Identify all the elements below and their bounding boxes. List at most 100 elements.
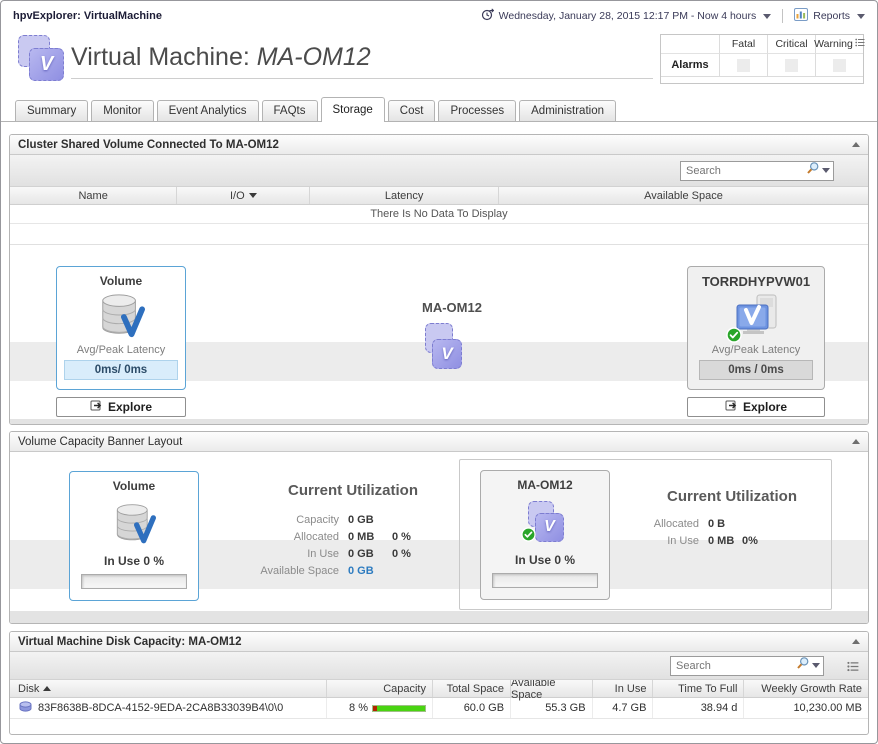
menu-icon[interactable] [847, 659, 859, 677]
alarms-row-label: Alarms [661, 53, 719, 76]
alarms-warning-cell [815, 53, 863, 76]
volume-explore-label: Explore [107, 400, 152, 414]
capacity-content: Volume In Use 0 % Current Utilization Ca… [10, 452, 868, 623]
csv-topology-diagram: Volume Avg/Peak Latency 0ms/ 0ms Explore [10, 244, 868, 424]
csv-col-available-space[interactable]: Available Space [499, 187, 868, 204]
search-dropdown-icon[interactable] [822, 168, 830, 173]
capacity-bar [371, 704, 426, 712]
explore-icon [90, 399, 103, 415]
alarms-menu-icon[interactable] [855, 38, 865, 50]
time-to-full-cell: 38.94 d [653, 698, 745, 718]
panel-csv-toolbar [10, 155, 868, 187]
capacity-bar-free [377, 705, 425, 711]
page-title-prefix: Virtual Machine: [71, 43, 257, 71]
capacity-cell: 8 % [327, 698, 433, 718]
capacity-volume-tile[interactable]: Volume In Use 0 % [69, 471, 199, 601]
volume-usage-bar [81, 574, 187, 589]
check-badge-icon [521, 526, 536, 547]
search-icon[interactable] [806, 161, 820, 180]
tab-faqts[interactable]: FAQts [261, 100, 318, 121]
search-icon[interactable] [796, 656, 810, 675]
disk-col-total-space[interactable]: Total Space [433, 680, 512, 697]
tab-processes[interactable]: Processes [438, 100, 517, 121]
disk-col-in-use[interactable]: In Use [593, 680, 654, 697]
host-explore-label: Explore [742, 400, 787, 414]
panel-csv-title: Cluster Shared Volume Connected To MA-OM… [18, 138, 279, 151]
tab-summary[interactable]: Summary [15, 100, 89, 121]
sort-desc-icon [248, 193, 257, 198]
reports-dropdown-icon[interactable] [857, 13, 865, 19]
timerange-label[interactable]: Wednesday, January 28, 2015 12:17 PM - N… [499, 10, 757, 22]
panel-disk-header: Virtual Machine Disk Capacity: MA-OM12 [10, 632, 868, 652]
sort-asc-icon [43, 686, 52, 691]
database-icon [96, 288, 146, 344]
disk-col-capacity[interactable]: Capacity [327, 680, 433, 697]
search-input[interactable] [684, 163, 806, 178]
search-box [670, 655, 824, 676]
check-badge-icon [726, 327, 742, 348]
disk-col-weekly-growth[interactable]: Weekly Growth Rate [744, 680, 868, 697]
util-row-available-space: Available Space 0 GB [260, 564, 374, 577]
disk-col-available-space[interactable]: Available Space [511, 677, 593, 701]
alarms-footer-strip [661, 76, 863, 83]
tab-cost[interactable]: Cost [387, 100, 436, 121]
alarms-data-row: Alarms [661, 53, 863, 76]
panel-disk-title: Virtual Machine Disk Capacity: MA-OM12 [18, 635, 242, 648]
search-input[interactable] [674, 658, 796, 673]
csv-col-name[interactable]: Name [10, 187, 178, 204]
explore-icon [725, 399, 738, 415]
tab-event-analytics[interactable]: Event Analytics [156, 100, 259, 121]
volume-tile-title: Volume [99, 274, 143, 288]
header-bar: hpvExplorer: VirtualMachine Wednesday, J… [1, 1, 877, 31]
volume-tile[interactable]: Volume Avg/Peak Latency 0ms/ 0ms [56, 266, 186, 390]
util-row-allocated: Allocated 0 B [653, 517, 726, 530]
volume-explore-button[interactable]: Explore [56, 397, 186, 417]
search-box [680, 160, 834, 181]
host-explore-button[interactable]: Explore [687, 397, 825, 417]
panel-capacity-title: Volume Capacity Banner Layout [18, 435, 183, 448]
csv-col-latency[interactable]: Latency [310, 187, 500, 204]
capacity-volume-title: Volume [112, 479, 156, 493]
disk-col-disk[interactable]: Disk [10, 680, 327, 697]
clock-icon [481, 8, 494, 24]
collapse-icon[interactable] [852, 142, 860, 147]
weekly-growth-cell: 10,230.00 MB [793, 702, 862, 714]
alarms-header-row: Fatal Critical Warning [661, 35, 865, 53]
disk-icon [18, 701, 33, 715]
timerange-dropdown-icon[interactable] [763, 13, 772, 19]
database-icon [111, 493, 157, 554]
panel-disk-capacity: Virtual Machine Disk Capacity: MA-OM12 D… [9, 631, 869, 735]
alarms-col-critical: Critical [767, 35, 815, 53]
alarms-summary-table: Fatal Critical Warning Alarms [660, 34, 865, 84]
volume-utilization-title: Current Utilization [288, 482, 418, 499]
csv-col-io[interactable]: I/O [177, 187, 311, 204]
reports-label[interactable]: Reports [813, 10, 850, 22]
host-tile[interactable]: TORRDHYPVW01 Avg/Peak Latency 0ms / 0ms [687, 266, 825, 390]
disk-col-time-to-full[interactable]: Time To Full [653, 680, 745, 697]
app-window: hpvExplorer: VirtualMachine Wednesday, J… [0, 0, 878, 744]
volume-metric-label: Avg/Peak Latency [76, 344, 166, 356]
collapse-icon[interactable] [852, 639, 860, 644]
tab-monitor[interactable]: Monitor [91, 100, 154, 121]
host-metric-value: 0ms / 0ms [699, 360, 813, 380]
diagram-bottom-strip [10, 419, 868, 424]
app-title: hpvExplorer: VirtualMachine [13, 10, 162, 22]
panel-csv-header: Cluster Shared Volume Connected To MA-OM… [10, 135, 868, 155]
capacity-vm-tile[interactable]: MA-OM12 V In Use 0 % [480, 470, 610, 600]
panel-disk-toolbar [10, 652, 868, 680]
panel-capacity-header: Volume Capacity Banner Layout [10, 432, 868, 452]
capacity-vm-title: MA-OM12 [517, 478, 573, 492]
tab-administration[interactable]: Administration [519, 100, 616, 121]
csv-empty-message: There Is No Data To Display [10, 205, 868, 224]
search-dropdown-icon[interactable] [812, 663, 820, 668]
util-row-in-use: In Use 0 GB 0 % [307, 547, 411, 560]
header-divider [782, 9, 784, 23]
collapse-icon[interactable] [852, 439, 860, 444]
total-space-cell: 60.0 GB [433, 698, 512, 718]
vm-node-icon[interactable]: V [419, 323, 465, 375]
csv-table-header: Name I/O Latency Available Space [10, 187, 868, 205]
tab-storage[interactable]: Storage [320, 97, 385, 122]
alarms-warning-label: Warning [814, 38, 853, 50]
table-row[interactable]: 83F8638B-8DCA-4152-9EDA-2CA8B33039B4\0\0… [10, 698, 868, 719]
vm-icon: V [521, 492, 567, 553]
